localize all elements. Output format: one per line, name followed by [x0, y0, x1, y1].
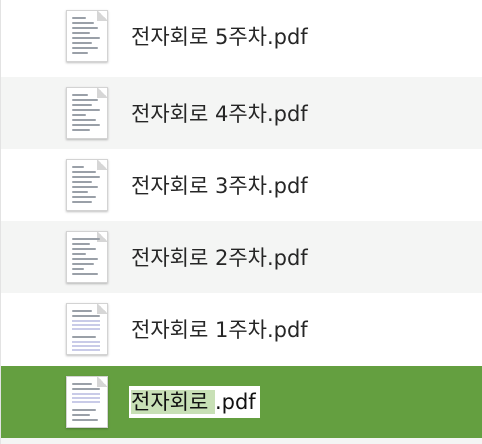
rename-field[interactable]: 전자회로 .pdf: [129, 386, 260, 418]
file-name: 전자회로 4주차.pdf: [131, 102, 308, 126]
file-row[interactable]: 전자회로 4주차.pdf: [1, 77, 482, 149]
file-row[interactable]: 전자회로 3주차.pdf: [1, 149, 482, 221]
file-row-selected[interactable]: 전자회로 .pdf: [1, 366, 482, 438]
file-name: 전자회로 3주차.pdf: [131, 174, 308, 198]
file-name: 전자회로 2주차.pdf: [131, 246, 308, 270]
rename-selected-text: 전자회로: [131, 390, 215, 414]
pdf-thumbnail-icon: [66, 87, 108, 139]
file-row[interactable]: 전자회로 2주차.pdf: [1, 221, 482, 293]
pdf-thumbnail-icon: [66, 159, 108, 211]
file-name: 전자회로 1주차.pdf: [131, 318, 308, 342]
file-row[interactable]: 전자회로 1주차.pdf: [1, 293, 482, 365]
pdf-thumbnail-icon: [66, 10, 108, 62]
rename-extension-text: .pdf: [214, 390, 256, 414]
pdf-thumbnail-icon: [66, 231, 108, 283]
pdf-thumbnail-icon: [66, 303, 108, 355]
file-name: 전자회로 5주차.pdf: [131, 25, 308, 49]
file-list: 전자회로 5주차.pdf 전자회로 4주차.pdf 전자회로 3주차.pdf 전…: [0, 0, 482, 444]
pdf-thumbnail-icon: [66, 376, 108, 428]
file-row[interactable]: 전자회로 5주차.pdf: [1, 0, 482, 72]
file-row[interactable]: [1, 438, 482, 444]
